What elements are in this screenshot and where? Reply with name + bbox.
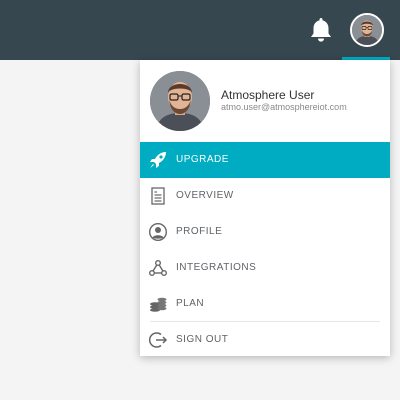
document-icon bbox=[148, 186, 168, 206]
webhook-icon bbox=[148, 258, 168, 278]
menu-item-integrations[interactable]: INTEGRATIONS bbox=[140, 250, 390, 286]
menu-item-label: PROFILE bbox=[176, 226, 223, 237]
profile-header: Atmosphere User atmo.user@atmosphereiot.… bbox=[140, 60, 390, 142]
menu-item-plan[interactable]: PLAN bbox=[140, 286, 390, 322]
menu-item-profile[interactable]: PROFILE bbox=[140, 214, 390, 250]
menu-item-label: PLAN bbox=[176, 298, 205, 309]
menu-item-upgrade[interactable]: UPGRADE bbox=[140, 142, 390, 178]
menu-item-label: OVERVIEW bbox=[176, 190, 234, 201]
menu-item-label: UPGRADE bbox=[176, 154, 229, 165]
user-dropdown-menu: Atmosphere User atmo.user@atmosphereiot.… bbox=[140, 60, 390, 356]
rocket-icon bbox=[148, 150, 168, 170]
top-bar bbox=[0, 0, 400, 60]
profile-avatar bbox=[150, 71, 210, 131]
sign-out-icon bbox=[148, 330, 168, 350]
avatar bbox=[352, 15, 382, 45]
coins-icon bbox=[148, 294, 168, 314]
menu-item-overview[interactable]: OVERVIEW bbox=[140, 178, 390, 214]
menu-item-label: INTEGRATIONS bbox=[176, 262, 257, 273]
avatar-button[interactable] bbox=[350, 13, 384, 47]
bell-icon[interactable] bbox=[308, 16, 334, 44]
user-email: atmo.user@atmosphereiot.com bbox=[221, 102, 347, 112]
user-name: Atmosphere User bbox=[221, 88, 315, 102]
user-icon bbox=[148, 222, 168, 242]
menu-item-sign-out[interactable]: SIGN OUT bbox=[140, 322, 390, 358]
menu-item-label: SIGN OUT bbox=[176, 334, 229, 345]
